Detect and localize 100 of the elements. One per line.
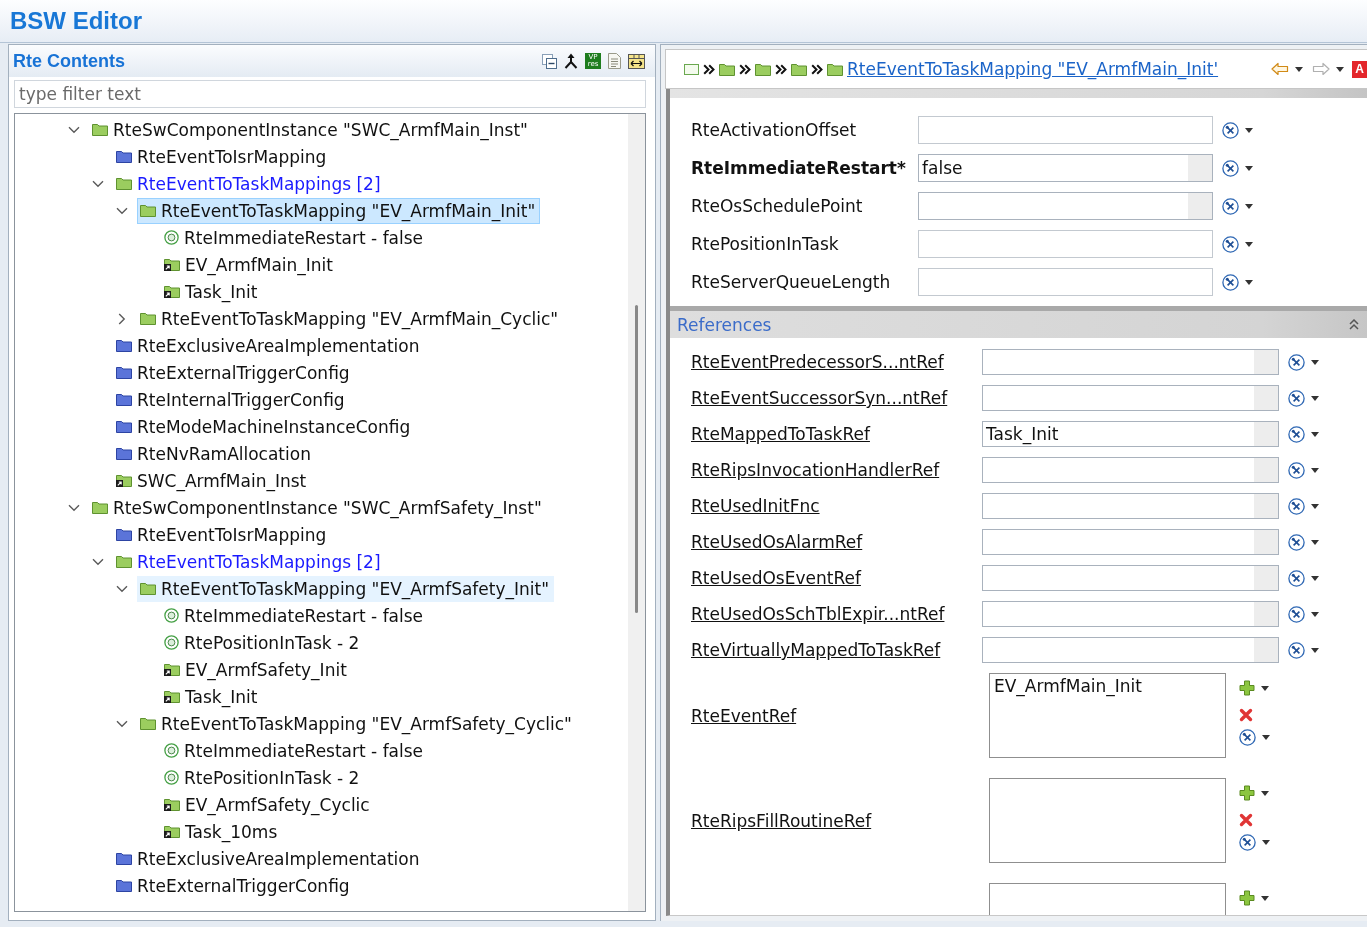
text-field[interactable] [918, 116, 1213, 144]
scrollbar[interactable] [628, 114, 645, 911]
tree-item[interactable]: RteInternalTriggerConfig [113, 386, 350, 413]
tree-item[interactable]: RteImmediateRestart - false [161, 224, 429, 251]
reference-field[interactable] [982, 493, 1279, 519]
tree-item[interactable]: RteEventToIsrMapping [113, 521, 332, 548]
options-menu-button[interactable] [1239, 729, 1270, 746]
options-menu-button[interactable] [1288, 353, 1319, 371]
reference-field[interactable] [982, 385, 1279, 411]
tree-item[interactable]: EV_ArmfMain_Init [161, 251, 338, 278]
reference-link[interactable]: RteMappedToTaskRef [691, 424, 870, 444]
options-menu-button[interactable] [1288, 389, 1319, 407]
reference-field[interactable] [982, 529, 1279, 555]
reference-link[interactable]: RteUsedInitFnc [691, 496, 820, 516]
breadcrumb-link[interactable]: RteEventToTaskMapping "EV_ArmfMain_Init' [847, 59, 1219, 79]
tree-item[interactable]: RteEventToTaskMapping "EV_ArmfMain_Init" [137, 197, 541, 224]
options-menu-button[interactable] [1222, 235, 1253, 253]
reference-link[interactable]: RteEventRef [691, 705, 797, 726]
rectangle-icon[interactable] [684, 63, 699, 75]
tree-item[interactable]: RteEventToTaskMapping "EV_ArmfMain_Cyclic" [137, 305, 564, 332]
tree-item[interactable]: RteExclusiveAreaImplementation [113, 332, 425, 359]
list-field[interactable]: EV_ArmfMain_Init [989, 673, 1226, 758]
double-chevron-up-icon[interactable] [1349, 319, 1359, 330]
options-menu-button[interactable] [1288, 605, 1319, 623]
tree-item[interactable]: EV_ArmfSafety_Init [161, 656, 352, 683]
reference-field[interactable]: Task_Init [982, 421, 1279, 447]
back-button[interactable] [1271, 62, 1303, 76]
tree-item[interactable]: SWC_ArmfMain_Inst [113, 467, 312, 494]
combo-field[interactable] [918, 192, 1213, 220]
options-menu-button[interactable] [1288, 461, 1319, 479]
delete-button[interactable] [1239, 708, 1253, 722]
table-resize-icon[interactable] [628, 53, 645, 69]
forward-button[interactable] [1312, 62, 1344, 76]
folder-icon[interactable] [791, 62, 807, 76]
reference-field[interactable] [982, 349, 1279, 375]
chevron-down-icon[interactable] [92, 557, 104, 566]
add-button[interactable] [1239, 890, 1269, 906]
reference-field[interactable] [982, 637, 1279, 663]
reference-link[interactable]: RteRipsFillRoutineRef [691, 810, 872, 831]
chevron-down-icon[interactable] [92, 179, 104, 188]
tree-item[interactable]: EV_ArmfSafety_Cyclic [161, 791, 375, 818]
tree-item[interactable]: RteImmediateRestart - false [161, 737, 429, 764]
options-menu-button[interactable] [1222, 121, 1253, 139]
reference-link[interactable]: RteVirtuallyMappedToTaskRef [691, 640, 941, 660]
reference-link[interactable]: RteUsedOsEventRef [691, 568, 861, 588]
options-menu-button[interactable] [1222, 273, 1253, 291]
reference-field[interactable] [982, 457, 1279, 483]
options-menu-button[interactable] [1222, 197, 1253, 215]
text-field[interactable] [918, 268, 1213, 296]
tree-item[interactable]: RteEventToTaskMappings [2] [113, 170, 386, 197]
tree-item[interactable]: RteModeMachineInstanceConfig [113, 413, 416, 440]
tree-item[interactable]: RteSwComponentInstance "SWC_ArmfMain_Inst" [89, 116, 533, 143]
chevron-down-icon[interactable] [116, 206, 128, 215]
tree-item[interactable]: RteExclusiveAreaImplementation [113, 845, 425, 872]
options-menu-button[interactable] [1222, 159, 1253, 177]
reference-link[interactable]: RteEventSuccessorSyn...ntRef [691, 388, 948, 408]
list-field[interactable] [989, 778, 1226, 863]
chevron-down-icon[interactable] [68, 503, 80, 512]
tree-item[interactable]: RtePositionInTask - 2 [161, 629, 365, 656]
tree-item[interactable]: RteEventToTaskMapping "EV_ArmfSafety_Init" [137, 575, 554, 602]
options-menu-button[interactable] [1288, 641, 1319, 659]
collapse-all-icon[interactable] [542, 53, 557, 69]
text-field[interactable] [918, 230, 1213, 258]
tile-button[interactable]: A [1352, 60, 1367, 78]
tree-item[interactable]: RteEventToTaskMappings [2] [113, 548, 386, 575]
options-menu-button[interactable] [1288, 569, 1319, 587]
reference-link[interactable]: RteEventPredecessorS...ntRef [691, 352, 944, 372]
list-item[interactable]: EV_ArmfMain_Init [994, 676, 1221, 696]
tree-item[interactable]: RteExternalTriggerConfig [113, 872, 355, 899]
document-icon[interactable] [608, 53, 621, 69]
tree-item[interactable]: RteEventToTaskMapping "EV_ArmfSafety_Cyclic" [137, 710, 577, 737]
tree-item[interactable]: Task_Init [161, 278, 263, 305]
options-menu-button[interactable] [1239, 834, 1270, 851]
fork-arrow-icon[interactable] [564, 53, 578, 69]
chevron-down-icon[interactable] [116, 584, 128, 593]
chevron-down-icon[interactable] [68, 125, 80, 134]
filter-field[interactable]: type filter text [14, 80, 646, 108]
chevron-right-icon[interactable] [118, 312, 126, 325]
tree-item[interactable]: RteImmediateRestart - false [161, 602, 429, 629]
folder-icon[interactable] [719, 62, 735, 76]
tree-item[interactable]: RteEventToIsrMapping [113, 143, 332, 170]
tree-item[interactable]: RtePositionInTask - 2 [161, 764, 365, 791]
folder-icon[interactable] [827, 62, 843, 76]
chevron-down-icon[interactable] [116, 719, 128, 728]
reference-link[interactable]: RteUsedOsSchTblExpir...ntRef [691, 604, 945, 624]
tree-item[interactable]: Task_10ms [161, 818, 283, 845]
tree-item[interactable]: RteNvRamAllocation [113, 440, 316, 467]
reference-link[interactable]: RteUsedOsAlarmRef [691, 532, 863, 552]
folder-icon[interactable] [755, 62, 771, 76]
delete-button[interactable] [1239, 813, 1253, 827]
tree-item[interactable]: RteSwComponentInstance "SWC_ArmfSafety_Inst" [89, 494, 547, 521]
options-menu-button[interactable] [1288, 533, 1319, 551]
reference-link[interactable]: RteRipsInvocationHandlerRef [691, 460, 940, 480]
options-menu-button[interactable] [1288, 497, 1319, 515]
reference-field[interactable] [982, 565, 1279, 591]
add-button[interactable] [1239, 785, 1269, 801]
tree-item[interactable]: RteExternalTriggerConfig [113, 359, 355, 386]
options-menu-button[interactable] [1288, 425, 1319, 443]
tree-item[interactable]: Task_Init [161, 683, 263, 710]
add-button[interactable] [1239, 680, 1269, 696]
